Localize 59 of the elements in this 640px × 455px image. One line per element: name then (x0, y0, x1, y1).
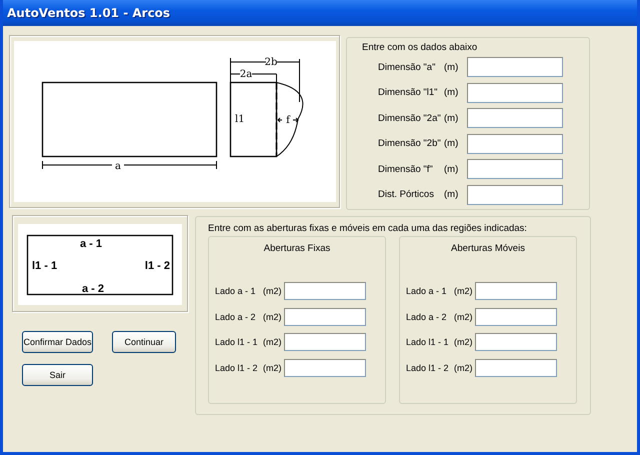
action-button[interactable]: Confirmar Dados (22, 331, 93, 353)
unit-label: (m2) (454, 286, 472, 296)
input-field[interactable] (467, 184, 563, 204)
field-label: Dimensão "f" (378, 164, 434, 174)
field-label: Lado a - 1 (406, 286, 448, 296)
field-label: Lado l1 - 1 (406, 337, 450, 347)
unit-label: (m2) (263, 312, 282, 322)
unit-label: (m2) (263, 286, 282, 296)
unit-label: (m2) (454, 337, 472, 347)
input-field[interactable] (284, 308, 366, 326)
input-field[interactable] (474, 308, 556, 326)
unit-label: (m2) (454, 312, 472, 322)
input-field[interactable] (284, 358, 366, 376)
region-label: l1 - 2 (144, 260, 170, 272)
field-label: Lado l1 - 2 (406, 362, 450, 372)
group-heading: Aberturas Fixas (262, 243, 332, 255)
field-label: Lado a - 1 (215, 286, 257, 296)
region-label: a - 2 (82, 283, 104, 295)
unit-label: (m) (444, 62, 460, 72)
dimension-label: l1 (235, 114, 245, 125)
unit-label: (m2) (263, 337, 282, 347)
input-field[interactable] (474, 358, 556, 376)
field-label: Dimensão "2b" (378, 138, 441, 149)
action-button[interactable]: Sair (22, 364, 93, 386)
group-heading: Entre com os dados abaixo (362, 42, 478, 54)
dimension-label: 2a (240, 69, 252, 80)
field-label: Lado a - 2 (215, 312, 257, 322)
input-field[interactable] (467, 57, 563, 77)
field-label: Dimensão "2a" (378, 112, 441, 124)
field-label: Lado l1 - 1 (215, 337, 259, 347)
field-label: Dimensão "a" (378, 62, 436, 72)
input-field[interactable] (474, 333, 556, 351)
unit-label: (m) (444, 112, 460, 124)
dimension-label: 2b (264, 57, 278, 68)
unit-label: (m) (444, 164, 460, 174)
input-field[interactable] (467, 108, 563, 128)
dimension-label: a (115, 161, 121, 172)
unit-label: (m2) (454, 362, 472, 372)
input-field[interactable] (467, 159, 563, 179)
unit-label: (m) (444, 87, 460, 98)
field-label: Lado a - 2 (406, 312, 448, 322)
input-field[interactable] (284, 282, 366, 300)
input-field[interactable] (474, 282, 556, 300)
field-label: Dimensão "l1" (378, 87, 439, 98)
field-label: Lado l1 - 2 (215, 362, 259, 372)
region-label: l1 - 1 (32, 260, 58, 272)
input-field[interactable] (467, 82, 563, 102)
group-heading: Aberturas Móveis (450, 243, 526, 255)
dimension-label: f (286, 115, 290, 126)
group-heading: Entre com as aberturas fixas e móveis em cada uma das regiões indicadas: (208, 223, 528, 235)
action-button[interactable]: Continuar (112, 331, 176, 353)
unit-label: (m2) (263, 362, 282, 372)
window-title: AutoVentos 1.01 - Arcos (7, 6, 170, 20)
unit-label: (m) (444, 138, 460, 149)
field-label: Dist. Pórticos (378, 189, 435, 200)
region-label: a - 1 (80, 238, 102, 250)
unit-label: (m) (444, 189, 460, 200)
input-field[interactable] (284, 333, 366, 351)
input-field[interactable] (467, 134, 563, 154)
